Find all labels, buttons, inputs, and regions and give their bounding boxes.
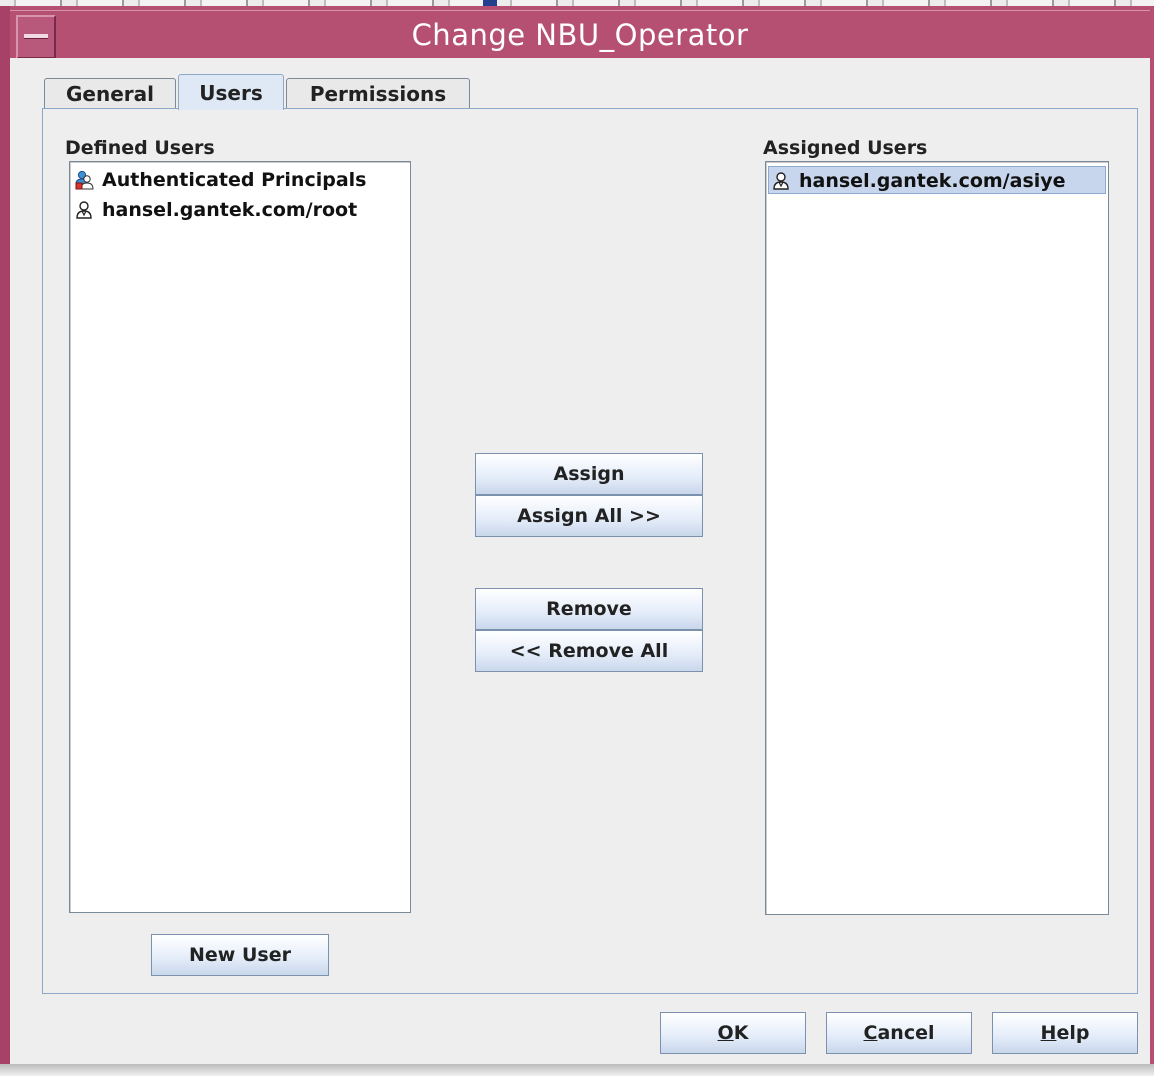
tab-general[interactable]: General: [44, 78, 176, 108]
assign-button[interactable]: Assign: [475, 453, 703, 495]
ok-button[interactable]: OK: [660, 1012, 806, 1054]
list-item-label: hansel.gantek.com/asiye: [799, 170, 1066, 192]
list-item-label: Authenticated Principals: [102, 169, 367, 191]
cancel-label: ancel: [877, 1022, 935, 1044]
window-border: [0, 6, 10, 1066]
new-user-button[interactable]: New User: [151, 934, 329, 976]
list-item-label: hansel.gantek.com/root: [102, 199, 358, 221]
list-item[interactable]: hansel.gantek.com/asiye: [768, 166, 1106, 194]
list-item[interactable]: Authenticated Principals: [72, 166, 408, 194]
title-bar[interactable]: Change NBU_Operator: [10, 10, 1150, 62]
help-button[interactable]: Help: [992, 1012, 1138, 1054]
remove-all-button[interactable]: << Remove All: [475, 630, 703, 672]
dialog-content: General Users Permissions Defined Users …: [10, 58, 1150, 1066]
desktop-bottom-strip: [0, 1064, 1154, 1076]
assigned-users-list[interactable]: hansel.gantek.com/asiye: [765, 161, 1109, 915]
user-icon: [773, 172, 789, 190]
defined-users-label: Defined Users: [65, 137, 215, 159]
ok-mnemonic: O: [717, 1022, 734, 1044]
assigned-users-label: Assigned Users: [763, 137, 928, 159]
cancel-button[interactable]: Cancel: [826, 1012, 972, 1054]
remove-button[interactable]: Remove: [475, 588, 703, 630]
user-icon: [76, 201, 92, 219]
tab-permissions[interactable]: Permissions: [286, 78, 470, 108]
tab-users[interactable]: Users: [178, 74, 284, 110]
cancel-mnemonic: C: [863, 1022, 878, 1044]
assign-all-button[interactable]: Assign All >>: [475, 495, 703, 537]
defined-users-list[interactable]: Authenticated Principals hansel.gantek.c…: [69, 161, 411, 913]
group-users-icon: [75, 170, 94, 190]
help-mnemonic: H: [1040, 1022, 1057, 1044]
help-label: elp: [1056, 1022, 1090, 1044]
dialog-window: Change NBU_Operator General Users Permis…: [0, 6, 1154, 1066]
window-title: Change NBU_Operator: [411, 18, 749, 52]
list-item[interactable]: hansel.gantek.com/root: [72, 196, 408, 224]
ok-label: K: [733, 1022, 749, 1044]
users-tab-panel: Defined Users Authenticated Principals h…: [42, 108, 1138, 994]
